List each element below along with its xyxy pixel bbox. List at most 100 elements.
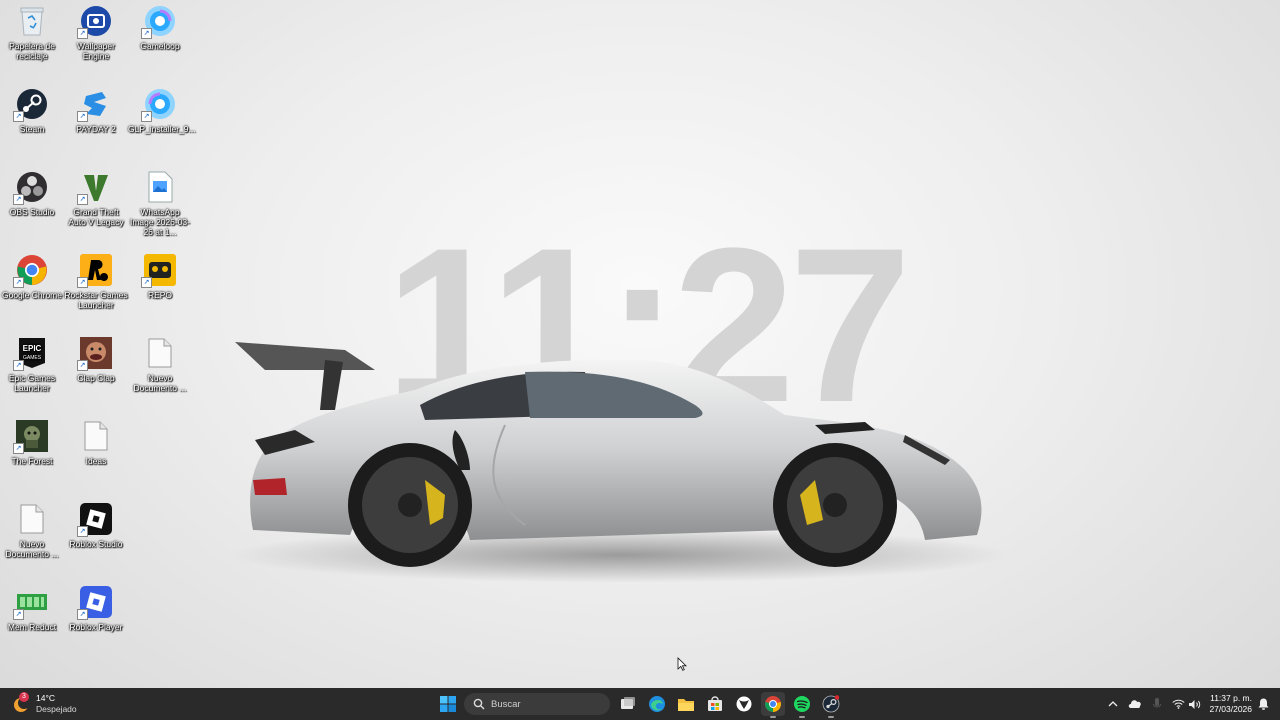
taskbar-xbox[interactable] — [732, 692, 756, 716]
desktop-icon-label: GLP_installer_9... — [128, 124, 196, 134]
obs-icon: ↗ — [13, 170, 49, 205]
desktop-icon[interactable]: ↗ Mem Reduct — [0, 585, 64, 632]
desktop-icon[interactable]: ↗ Roblox Studio — [64, 502, 128, 549]
desktop-icon-label: Roblox Player — [69, 622, 123, 632]
shortcut-arrow-icon: ↗ — [77, 28, 88, 39]
desktop-icon[interactable]: Papelera de reciclaje — [0, 4, 64, 61]
roblox-player-icon: ↗ — [77, 585, 113, 620]
wallpaper-engine-icon: ↗ — [77, 4, 113, 39]
desktop-icon[interactable]: ↗ Steam — [0, 87, 64, 134]
desktop-icon-label: Nuevo Documento ... — [133, 373, 187, 393]
taskbar-chrome[interactable] — [761, 692, 785, 718]
desktop-icon-label: Clap Clap — [77, 373, 115, 383]
desktop-icon[interactable]: ↗ REPO — [128, 253, 192, 300]
text-document-icon — [15, 502, 49, 536]
weather-badge: 3 — [19, 692, 29, 702]
weather-temperature: 14°C — [36, 693, 55, 703]
shortcut-arrow-icon: ↗ — [77, 360, 88, 371]
taskbar-edge[interactable] — [645, 692, 669, 716]
desktop-icon[interactable]: ↗ The Forest — [0, 419, 64, 466]
repo-icon: ↗ — [141, 253, 177, 288]
text-document-icon — [79, 419, 113, 453]
shortcut-arrow-icon: ↗ — [13, 609, 24, 620]
desktop-icon-label: Mem Reduct — [7, 622, 57, 632]
chrome-icon: ↗ — [13, 253, 49, 288]
tray-wifi[interactable] — [1170, 694, 1186, 714]
sports-car-image — [230, 342, 1010, 583]
desktop-icon[interactable]: Nuevo Documento ... — [0, 502, 64, 559]
shortcut-arrow-icon: ↗ — [141, 111, 152, 122]
steam-icon — [822, 695, 840, 713]
shortcut-arrow-icon: ↗ — [77, 111, 88, 122]
the-forest-icon: ↗ — [13, 419, 49, 454]
show-hidden-icons-button[interactable] — [1106, 694, 1120, 714]
shortcut-arrow-icon: ↗ — [77, 194, 88, 205]
weather-condition: Despejado — [36, 704, 77, 714]
taskbar-file-explorer[interactable] — [674, 692, 698, 716]
text-document-icon — [143, 336, 177, 370]
tray-onedrive[interactable] — [1127, 694, 1143, 714]
taskbar-spotify[interactable] — [790, 692, 814, 718]
desktop-icon-label: The Forest — [11, 456, 53, 466]
task-view-button[interactable] — [616, 692, 640, 716]
xbox-icon — [736, 696, 752, 712]
desktop-icon-label: OBS Studio — [9, 207, 55, 217]
desktop-icon-label: WhatsApp Image 2026-03-26 at 1... — [129, 207, 190, 237]
store-icon — [708, 696, 722, 711]
taskbar-store[interactable] — [703, 692, 727, 716]
shortcut-arrow-icon: ↗ — [77, 609, 88, 620]
taskbar-clock[interactable]: 11:37 p. m. 27/03/2026 — [1204, 693, 1252, 715]
running-indicator — [770, 716, 776, 718]
weather-widget[interactable]: 3 14°C Despejado — [12, 692, 77, 716]
desktop-icon-label: Ideas — [85, 456, 107, 466]
task-view-icon — [621, 697, 635, 709]
clock-date: 27/03/2026 — [1209, 704, 1252, 714]
desktop-icon-label: Steam — [19, 124, 45, 134]
desktop-icon-label: Grand Theft Auto V Legacy — [68, 207, 124, 227]
onedrive-icon — [1128, 700, 1141, 708]
gameloop-installer-icon: ↗ — [141, 87, 177, 122]
desktop-icon[interactable]: ↗ OBS Studio — [0, 170, 64, 217]
notifications-button[interactable] — [1256, 694, 1270, 714]
shortcut-arrow-icon: ↗ — [13, 443, 24, 454]
desktop-icon-label: Rockstar Games Launcher — [64, 290, 128, 310]
running-indicator — [828, 716, 834, 718]
roblox-studio-icon: ↗ — [77, 502, 113, 537]
start-icon — [440, 696, 456, 712]
desktop-icon[interactable]: ↗ Wallpaper Engine — [64, 4, 128, 61]
desktop-icon[interactable]: ↗ Gameloop — [128, 4, 192, 51]
desktop-icon[interactable]: ↗ Rockstar Games Launcher — [64, 253, 128, 310]
tray-volume[interactable] — [1186, 694, 1202, 714]
desktop-icon[interactable]: Nuevo Documento ... — [128, 336, 192, 393]
start-button[interactable] — [436, 692, 460, 716]
shortcut-arrow-icon: ↗ — [141, 28, 152, 39]
desktop-icon[interactable]: ↗ Grand Theft Auto V Legacy — [64, 170, 128, 227]
desktop-icon[interactable]: ↗ Google Chrome — [0, 253, 64, 300]
desktop-icon[interactable]: EPIC GAMES ↗ Epic Games Launcher — [0, 336, 64, 393]
desktop-icon-label: Nuevo Documento ... — [5, 539, 59, 559]
spotify-icon — [794, 696, 810, 712]
microphone-icon — [1153, 698, 1161, 708]
notification-bell-icon — [1258, 698, 1268, 710]
mouse-cursor-icon — [677, 657, 687, 671]
volume-icon — [1188, 699, 1200, 709]
wifi-icon — [1171, 699, 1185, 709]
desktop-icon[interactable]: ↗ GLP_installer_9... — [128, 87, 196, 134]
search-box[interactable]: Buscar — [464, 693, 610, 715]
desktop-icon[interactable]: ↗ Roblox Player — [64, 585, 128, 632]
desktop-icon[interactable]: ↗ PAYDAY 2 — [64, 87, 128, 134]
payday2-icon: ↗ — [77, 87, 113, 122]
tray-microphone[interactable] — [1150, 694, 1164, 714]
desktop-wallpaper: 11:27 — [0, 0, 1280, 688]
desktop-icon-label: Epic Games Launcher — [8, 373, 56, 393]
desktop-icon[interactable]: Ideas — [64, 419, 128, 466]
recycle-bin-icon — [15, 4, 49, 38]
desktop-icon[interactable]: WhatsApp Image 2026-03-26 at 1... — [128, 170, 192, 237]
shortcut-arrow-icon: ↗ — [77, 526, 88, 537]
desktop-icon-label: Gameloop — [140, 41, 180, 51]
mem-reduct-icon: ↗ — [13, 585, 49, 620]
taskbar-steam[interactable] — [819, 692, 843, 718]
desktop-icon-label: Wallpaper Engine — [77, 41, 115, 61]
shortcut-arrow-icon: ↗ — [13, 194, 24, 205]
desktop-icon[interactable]: ↗ Clap Clap — [64, 336, 128, 383]
